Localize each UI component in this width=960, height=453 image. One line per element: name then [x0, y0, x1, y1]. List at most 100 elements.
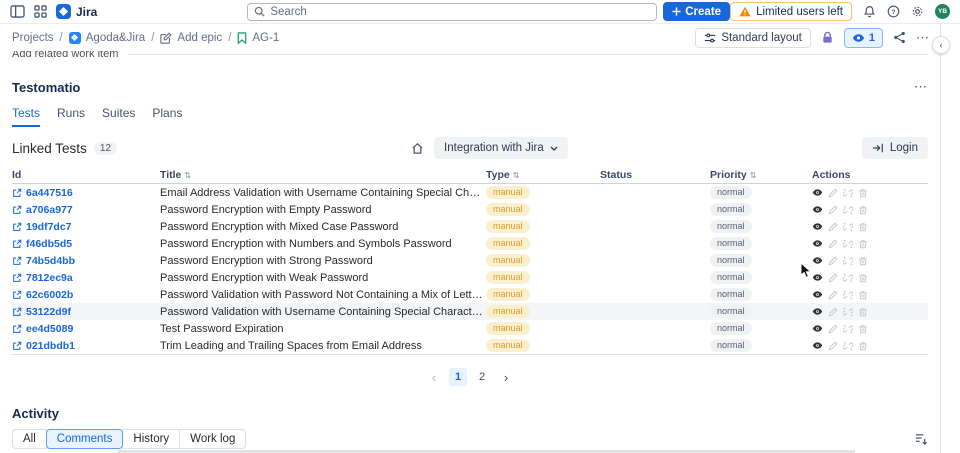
- table-row[interactable]: 74b5d4bb Password Encryption with Strong…: [12, 252, 928, 269]
- unlink-icon[interactable]: [843, 187, 853, 198]
- unlink-icon[interactable]: [843, 272, 853, 283]
- trash-icon[interactable]: [858, 324, 868, 334]
- table-row[interactable]: 19df7dc7 Password Encryption with Mixed …: [12, 218, 928, 235]
- edit-pencil-icon[interactable]: [828, 222, 838, 232]
- view-eye-icon[interactable]: [812, 205, 823, 214]
- table-row[interactable]: a706a977 Password Encryption with Empty …: [12, 201, 928, 218]
- unlink-icon[interactable]: [843, 323, 853, 334]
- column-header-priority[interactable]: Priority ⇅: [710, 169, 812, 181]
- user-avatar[interactable]: YB: [935, 4, 950, 19]
- test-id-link[interactable]: 53122d9f: [26, 306, 71, 318]
- table-row[interactable]: 021dbdb1 Trim Leading and Trailing Space…: [12, 337, 928, 354]
- unlink-icon[interactable]: [843, 306, 853, 317]
- test-id-link[interactable]: 74b5d4bb: [26, 255, 75, 267]
- unlink-icon[interactable]: [843, 255, 853, 266]
- tab-plans[interactable]: Plans: [152, 106, 182, 127]
- test-id-link[interactable]: ee4d5089: [26, 323, 73, 335]
- trash-icon[interactable]: [858, 307, 868, 317]
- view-eye-icon[interactable]: [812, 341, 823, 350]
- edit-pencil-icon[interactable]: [828, 256, 838, 266]
- table-row[interactable]: 62c6002b Password Validation with Passwo…: [12, 286, 928, 303]
- settings-button[interactable]: [911, 5, 924, 18]
- view-eye-icon[interactable]: [812, 239, 823, 248]
- trash-icon[interactable]: [858, 273, 868, 283]
- view-eye-icon[interactable]: [812, 324, 823, 333]
- breadcrumb-project[interactable]: Agoda&Jira: [68, 31, 145, 44]
- app-switcher-button[interactable]: [34, 5, 47, 18]
- table-row[interactable]: f46db5d5 Password Encryption with Number…: [12, 235, 928, 252]
- column-header-status[interactable]: Status: [600, 169, 710, 181]
- create-button[interactable]: Create: [663, 2, 731, 21]
- test-id-link[interactable]: 7812ec9a: [26, 272, 73, 284]
- column-header-type[interactable]: Type ⇅: [486, 169, 600, 181]
- edit-pencil-icon[interactable]: [828, 205, 838, 215]
- edit-pencil-icon[interactable]: [828, 324, 838, 334]
- activity-tab-worklog[interactable]: Work log: [179, 429, 247, 449]
- notifications-button[interactable]: [863, 5, 876, 18]
- login-button[interactable]: Login: [861, 137, 928, 159]
- watchers-button[interactable]: 1: [843, 27, 883, 48]
- page-button-2[interactable]: 2: [473, 368, 491, 386]
- activity-tab-all[interactable]: All: [12, 429, 47, 449]
- tab-suites[interactable]: Suites: [102, 106, 135, 127]
- add-related-label[interactable]: Add related work item: [12, 51, 118, 60]
- page-button-1[interactable]: 1: [449, 368, 467, 386]
- unlink-icon[interactable]: [843, 289, 853, 300]
- trash-icon[interactable]: [858, 239, 868, 249]
- test-id-link[interactable]: a706a977: [26, 204, 73, 216]
- breadcrumb-issue[interactable]: AG-1: [237, 32, 279, 44]
- tab-tests[interactable]: Tests: [12, 106, 41, 127]
- trash-icon[interactable]: [858, 188, 868, 198]
- next-page-button[interactable]: ›: [497, 368, 515, 386]
- breadcrumb-add-epic[interactable]: Add epic: [160, 32, 222, 44]
- activity-tab-comments[interactable]: Comments: [45, 429, 124, 449]
- panel-collapse-button[interactable]: ‹: [932, 36, 950, 54]
- breadcrumb-projects[interactable]: Projects: [12, 32, 54, 44]
- view-eye-icon[interactable]: [812, 307, 823, 316]
- sidebar-toggle-button[interactable]: [10, 5, 25, 18]
- trash-icon[interactable]: [858, 341, 868, 351]
- trash-icon[interactable]: [858, 290, 868, 300]
- unlink-icon[interactable]: [843, 204, 853, 215]
- trash-icon[interactable]: [858, 256, 868, 266]
- view-eye-icon[interactable]: [812, 256, 823, 265]
- test-id-link[interactable]: 6a447516: [26, 187, 73, 199]
- edit-pencil-icon[interactable]: [828, 307, 838, 317]
- view-eye-icon[interactable]: [812, 222, 823, 231]
- view-eye-icon[interactable]: [812, 273, 823, 282]
- standard-layout-button[interactable]: Standard layout: [695, 27, 811, 48]
- test-id-link[interactable]: f46db5d5: [26, 238, 72, 250]
- unlink-icon[interactable]: [843, 340, 853, 351]
- test-id-link[interactable]: 62c6002b: [26, 289, 73, 301]
- trash-icon[interactable]: [858, 222, 868, 232]
- integration-dropdown[interactable]: Integration with Jira: [434, 137, 568, 159]
- table-row[interactable]: 6a447516 Email Address Validation with U…: [12, 184, 928, 201]
- unlink-icon[interactable]: [843, 221, 853, 232]
- edit-pencil-icon[interactable]: [828, 239, 838, 249]
- limited-users-button[interactable]: Limited users left: [730, 2, 852, 21]
- global-search[interactable]: [247, 2, 658, 21]
- more-actions-button[interactable]: ⋯: [916, 30, 930, 46]
- share-button[interactable]: [893, 31, 906, 44]
- column-header-id[interactable]: Id: [12, 169, 160, 181]
- panel-more-button[interactable]: ⋯: [914, 79, 928, 95]
- jira-home-link[interactable]: Jira: [56, 4, 97, 19]
- edit-pencil-icon[interactable]: [828, 341, 838, 351]
- help-button[interactable]: ?: [887, 5, 900, 18]
- table-row[interactable]: 53122d9f Password Validation with Userna…: [12, 303, 928, 320]
- search-input[interactable]: [270, 5, 651, 18]
- tab-runs[interactable]: Runs: [57, 106, 85, 127]
- test-id-link[interactable]: 19df7dc7: [26, 221, 72, 233]
- trash-icon[interactable]: [858, 205, 868, 215]
- edit-pencil-icon[interactable]: [828, 290, 838, 300]
- lock-button[interactable]: [821, 31, 834, 44]
- table-row[interactable]: 7812ec9a Password Encryption with Weak P…: [12, 269, 928, 286]
- home-button[interactable]: [411, 142, 424, 155]
- unlink-icon[interactable]: [843, 238, 853, 249]
- activity-tab-history[interactable]: History: [122, 429, 181, 449]
- table-row[interactable]: ee4d5089 Test Password Expiration manual…: [12, 320, 928, 337]
- test-id-link[interactable]: 021dbdb1: [26, 340, 75, 352]
- view-eye-icon[interactable]: [812, 290, 823, 299]
- sort-order-button[interactable]: [915, 433, 928, 445]
- column-header-title[interactable]: Title ⇅: [160, 169, 486, 181]
